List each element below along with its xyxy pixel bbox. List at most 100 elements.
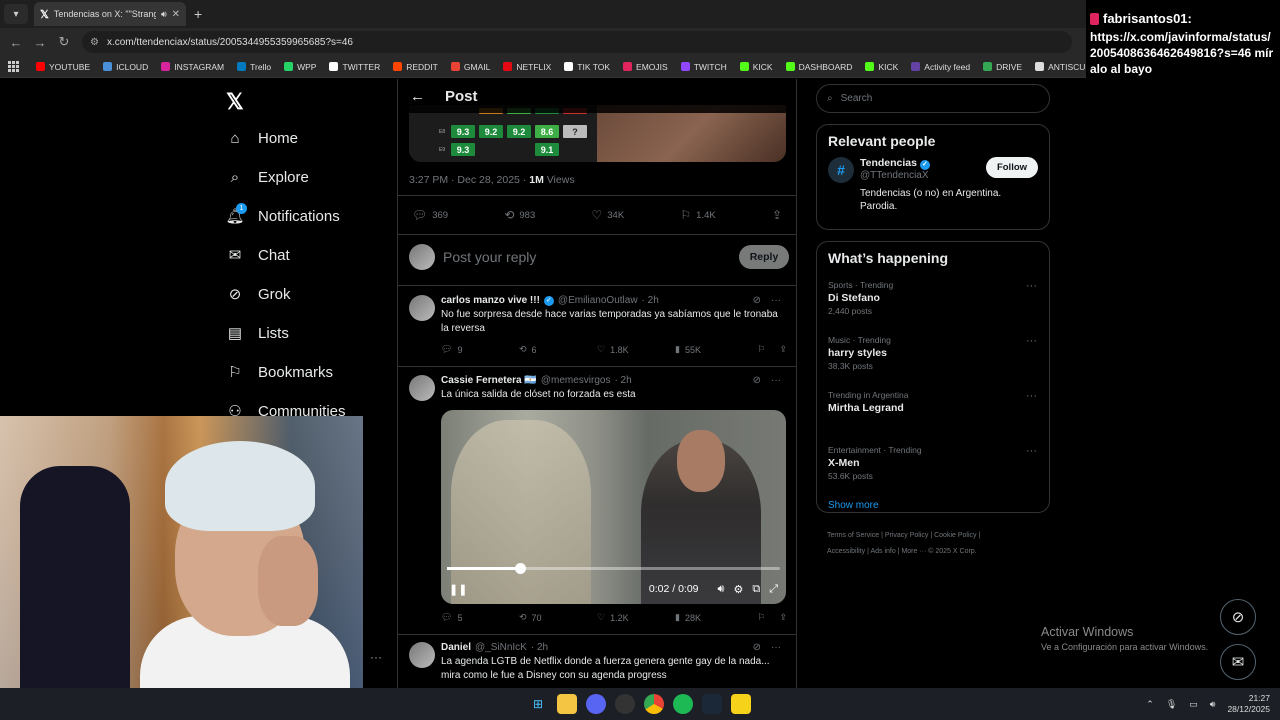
notes-icon[interactable] (731, 694, 751, 714)
trend-item[interactable]: Music · Trending harry styles 38.3K posts ·… (817, 335, 1049, 390)
like-button[interactable]: ♡ 34K (591, 208, 624, 222)
messages-float-button[interactable]: ✉ (1220, 644, 1256, 680)
sidebar-item-home[interactable]: ⌂ Home (226, 129, 298, 147)
fullscreen-icon[interactable]: ⤢ (769, 583, 778, 596)
pause-icon[interactable]: ❚❚ (449, 583, 467, 596)
show-more-link[interactable]: Show more (817, 500, 1049, 523)
grok-icon[interactable]: ⊘ (753, 375, 761, 386)
file-explorer-icon[interactable] (557, 694, 577, 714)
like-count-button[interactable]: ♡ 1.8K (597, 344, 675, 355)
bookmark-item[interactable]: EMOJIS (623, 62, 668, 72)
video-player[interactable]: ❚❚ 0:02 / 0:09 🔊︎ ⚙ ⧉ ⤢ (441, 410, 786, 604)
reload-icon[interactable]: ↻ (52, 34, 76, 50)
grok-float-button[interactable]: ⊘ (1220, 599, 1256, 635)
post-media[interactable]: E8 9.3 9.2 9.2 8.6? E9 9.3 9.1 (409, 105, 786, 162)
reply-button[interactable]: 💬︎ 369 (412, 208, 448, 222)
steam-icon[interactable] (702, 694, 722, 714)
settings-gear-icon[interactable]: ⚙ (733, 583, 743, 596)
back-arrow-icon[interactable]: ← (410, 88, 425, 105)
search-input[interactable]: ⌕ Search (816, 84, 1050, 113)
more-icon[interactable]: ··· (1026, 390, 1037, 402)
tweet-time[interactable]: · 2h (614, 375, 631, 386)
author-name[interactable]: Daniel (441, 642, 471, 653)
more-icon[interactable]: ··· (1026, 335, 1037, 347)
trend-item[interactable]: Entertainment · Trending X-Men 53.6K posts… (817, 445, 1049, 500)
repost-button[interactable]: ⟲ 983 (504, 208, 535, 222)
sidebar-item-notifications[interactable]: 🔔︎ 1 Notifications (225, 203, 340, 225)
person-name[interactable]: Tendencias (860, 157, 917, 169)
bookmark-item[interactable]: TIK TOK (564, 62, 610, 72)
bookmark-item[interactable]: YOUTUBE (36, 62, 90, 72)
trend-item[interactable]: Trending in Argentina Mirtha Legrand ··· (817, 390, 1049, 445)
discord-icon[interactable] (586, 694, 606, 714)
pip-icon[interactable]: ⧉ (752, 583, 760, 596)
bookmark-item[interactable]: DASHBOARD (785, 62, 852, 72)
grok-icon[interactable]: ⊘ (753, 642, 761, 653)
new-tab-button[interactable]: + (194, 6, 202, 22)
footer-line[interactable]: Terms of Service | Privacy Policy | Cook… (827, 528, 1037, 544)
share-icon[interactable]: ⇪ (779, 612, 787, 623)
follow-button[interactable]: Follow (986, 157, 1038, 178)
more-icon[interactable]: ··· (771, 375, 781, 386)
chevron-up-icon[interactable]: ⌃ (1146, 699, 1154, 710)
volume-icon[interactable]: 🔊︎ (718, 583, 725, 596)
tweet-time[interactable]: · 2h (531, 642, 548, 653)
apps-grid-icon[interactable] (8, 60, 20, 73)
bookmark-item[interactable]: WPP (284, 62, 316, 72)
back-arrow-icon[interactable]: ← (4, 35, 28, 50)
chrome-icon[interactable] (644, 694, 664, 714)
author-handle[interactable]: @memesvirgos (541, 375, 611, 386)
tweet-time[interactable]: · 2h (642, 295, 659, 306)
sidebar-item-grok[interactable]: ⊘ Grok (226, 285, 291, 304)
mic-icon[interactable]: 🎙︎ (1166, 699, 1177, 710)
more-icon[interactable]: ··· (771, 642, 781, 653)
bookmark-item[interactable]: DRIVE (983, 62, 1022, 72)
sidebar-item-chat[interactable]: ✉ Chat (226, 246, 290, 265)
reply-count-button[interactable]: 💬︎ 9 (441, 344, 519, 355)
bookmark-item[interactable]: Trello (237, 62, 271, 72)
reply-count-button[interactable]: 💬︎ 5 (441, 612, 519, 623)
sidebar-item-bookmarks[interactable]: ⚐ Bookmarks (226, 363, 333, 382)
bookmark-item[interactable]: KICK (739, 62, 773, 72)
share-button[interactable]: ⇪ (772, 208, 787, 222)
bookmark-icon[interactable]: ⚐ (757, 344, 765, 355)
bookmark-icon[interactable]: ⚐ (757, 612, 765, 623)
author-name[interactable]: carlos manzo vive !!! (441, 295, 540, 306)
bookmark-item[interactable]: GMAIL (450, 62, 490, 72)
obs-icon[interactable] (615, 694, 635, 714)
more-icon[interactable]: ··· (370, 650, 382, 664)
start-menu-icon[interactable]: ⊞ (528, 694, 548, 714)
spotify-icon[interactable] (673, 694, 693, 714)
views-count-button[interactable]: ▮ 28K (675, 612, 753, 623)
x-logo-icon[interactable]: 𝕏 (226, 89, 244, 115)
reply-tweet[interactable]: ⊘ ··· carlos manzo vive !!! ✓ @EmilianoOu… (409, 295, 787, 355)
bookmark-item[interactable]: ICLOUD (103, 62, 148, 72)
trend-item[interactable]: Sports · Trending Di Stefano 2,440 posts ··… (817, 280, 1049, 335)
tab-close-button[interactable]: ✕ (172, 9, 180, 20)
reply-tweet[interactable]: ⊘ ··· Daniel @_SiNnIcK · 2h La agenda LGT… (409, 642, 787, 683)
bookmark-item[interactable]: REDDIT (393, 62, 438, 72)
bookmark-item[interactable]: KICK (865, 62, 898, 72)
bookmark-item[interactable]: INSTAGRAM (161, 62, 224, 72)
tab-search-button[interactable]: ▾ (4, 4, 28, 24)
repost-count-button[interactable]: ⟲ 70 (519, 612, 597, 623)
address-bar[interactable]: ⚙ x.com/ttendenciax/status/2005344955359… (82, 31, 1072, 53)
sidebar-item-lists[interactable]: ▤ Lists (226, 324, 289, 343)
network-icon[interactable]: ▭ (1189, 699, 1198, 710)
author-handle[interactable]: @EmilianoOutlaw (558, 295, 638, 306)
browser-tab[interactable]: 𝕏 Tendencias on X: ""Strange 🔊︎ ✕ (34, 2, 186, 26)
footer-line[interactable]: Accessibility | Ads info | More ··· © 20… (827, 544, 1037, 560)
bookmark-item[interactable]: TWITTER (329, 62, 380, 72)
reply-tweet[interactable]: ⊘ ··· Cassie Fernetera 🇦🇷 @memesvirgos · … (409, 375, 787, 623)
author-name[interactable]: Cassie Fernetera 🇦🇷 (441, 375, 537, 386)
bookmark-item[interactable]: NETFLIX (503, 62, 551, 72)
bookmark-item[interactable]: Activity feed (911, 62, 970, 72)
views-count-button[interactable]: ▮ 55K (675, 344, 753, 355)
sidebar-item-explore[interactable]: ⌕ Explore (226, 168, 309, 186)
volume-icon[interactable]: 🔊︎ (1210, 699, 1216, 710)
more-icon[interactable]: ··· (1026, 445, 1037, 457)
reply-button[interactable]: Reply (739, 245, 789, 269)
share-icon[interactable]: ⇪ (779, 344, 787, 355)
clock[interactable]: 21:27 28/12/2025 (1227, 693, 1270, 715)
more-icon[interactable]: ··· (1026, 280, 1037, 292)
